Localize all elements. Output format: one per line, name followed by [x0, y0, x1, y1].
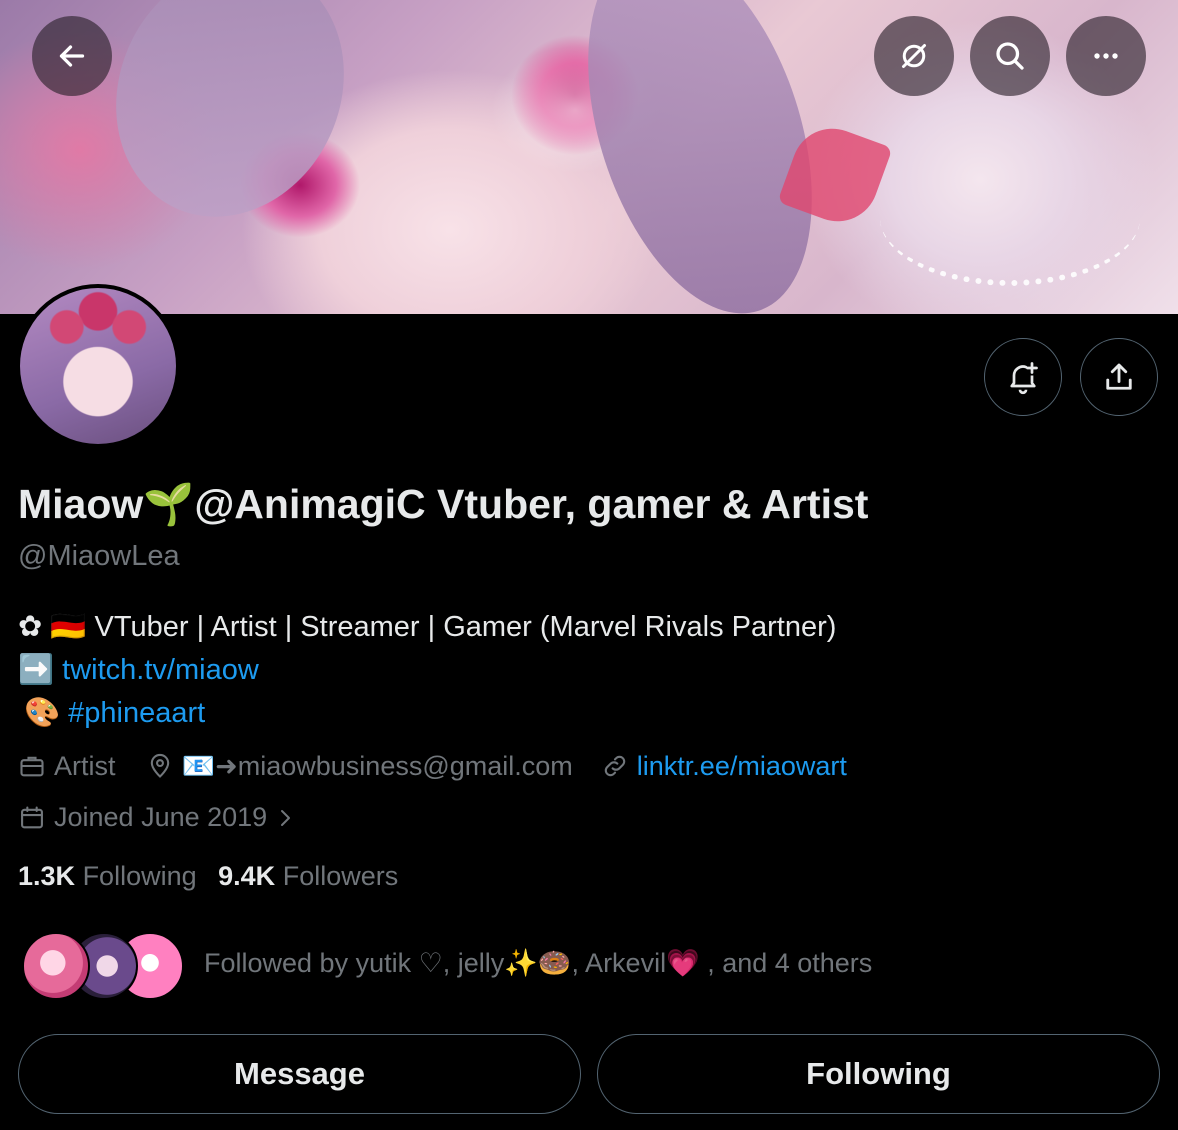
followers-label: Followers	[282, 861, 399, 891]
category-text: Artist	[54, 750, 116, 781]
grok-icon	[902, 44, 926, 68]
banner-art-pearls	[880, 150, 1140, 286]
follower-avatar-1[interactable]	[22, 932, 90, 1000]
joined-row[interactable]: Joined June 2019	[18, 802, 305, 833]
calendar-icon	[21, 805, 43, 828]
followed-by-text[interactable]: Followed by yutik ♡, jelly✨🍩, Arkevil💗 ,…	[204, 947, 872, 979]
chevron-right-icon	[281, 809, 291, 826]
grok-button[interactable]	[874, 16, 954, 96]
joined-item[interactable]: Joined June 2019	[18, 802, 305, 833]
link-icon	[604, 755, 626, 777]
follow-stats: 1.3K Following 9.4K Followers	[18, 861, 398, 892]
bio-line-1: ✿ 🇩🇪 VTuber | Artist | Streamer | Gamer …	[18, 611, 837, 643]
arrow-left-icon	[59, 45, 85, 67]
following-count: 1.3K	[18, 861, 76, 891]
website-item[interactable]: linktr.ee/miaowart	[601, 751, 847, 782]
profile-meta-row: Artist 📧➜miaowbusiness@gmail.com linktr.…	[18, 750, 847, 782]
followers-stat[interactable]: 9.4K Followers	[218, 861, 398, 891]
notify-button[interactable]	[984, 338, 1062, 416]
message-button[interactable]: Message	[18, 1034, 581, 1114]
back-button[interactable]	[32, 16, 112, 96]
avatar[interactable]	[16, 284, 180, 448]
following-label: Following	[82, 861, 197, 891]
twitch-link[interactable]: twitch.tv/miaow	[62, 654, 259, 686]
bio-line-3: 🎨 #phineaart	[24, 696, 205, 730]
hashtag-link[interactable]: #phineaart	[68, 697, 205, 729]
palette-emoji: 🎨	[24, 697, 61, 729]
joined-text: Joined June 2019	[54, 802, 268, 832]
briefcase-icon	[20, 756, 44, 777]
more-horizontal-icon	[1094, 53, 1118, 59]
location-pin-icon	[150, 753, 169, 778]
display-name: Miaow🌱@AnimagiC Vtuber, gamer & Artist	[18, 481, 869, 527]
location-item: 📧➜miaowbusiness@gmail.com	[146, 750, 573, 782]
search-button[interactable]	[970, 16, 1050, 96]
search-icon	[996, 42, 1024, 70]
banner-art-hair	[75, 0, 385, 255]
more-button[interactable]	[1066, 16, 1146, 96]
website-link[interactable]: linktr.ee/miaowart	[637, 751, 847, 782]
category-item: Artist	[18, 751, 116, 782]
arrow-right-emoji: ➡️	[18, 654, 55, 686]
share-button[interactable]	[1080, 338, 1158, 416]
bell-plus-icon	[1010, 362, 1038, 395]
following-stat[interactable]: 1.3K Following	[18, 861, 197, 891]
following-button[interactable]: Following	[597, 1034, 1160, 1114]
share-icon	[1106, 363, 1132, 390]
location-text: 📧➜miaowbusiness@gmail.com	[181, 751, 573, 781]
followers-count: 9.4K	[218, 861, 276, 891]
bio-line-2: ➡️ twitch.tv/miaow	[18, 653, 259, 687]
username-handle: @MiaowLea	[18, 540, 180, 572]
